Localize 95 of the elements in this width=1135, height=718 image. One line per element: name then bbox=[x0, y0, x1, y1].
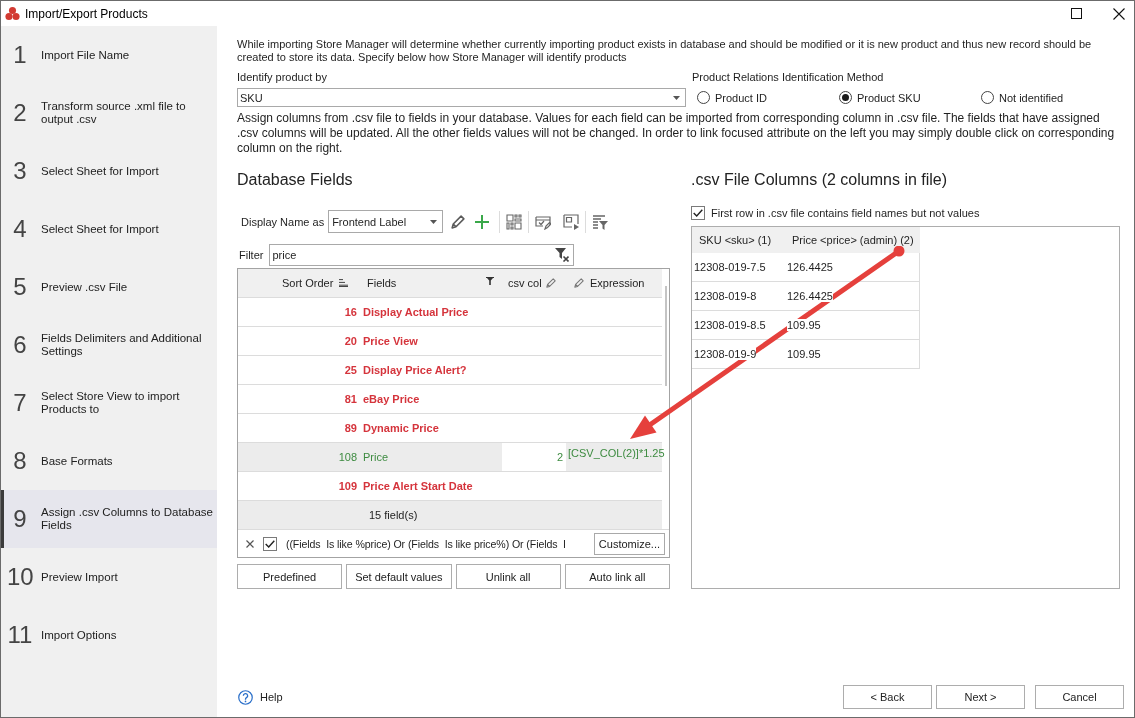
table-cell: 12308-019-8.5 bbox=[692, 310, 785, 340]
table-cell-text: eBay Price bbox=[362, 392, 421, 407]
clear-filter-icon[interactable] bbox=[555, 248, 570, 262]
summary-text: 15 field(s) bbox=[368, 508, 418, 523]
table-cell: 12308-019-9 bbox=[692, 339, 785, 369]
sort-icon bbox=[339, 279, 349, 287]
sidebar-item[interactable]: 7 Select Store View to import Products to bbox=[1, 374, 217, 432]
table-cell: 109.95 bbox=[785, 310, 920, 340]
table-cell-text: [CSV_COL(2)]*1.25 bbox=[567, 446, 662, 461]
maximize-icon[interactable] bbox=[1071, 8, 1082, 19]
field-label: Display Name as bbox=[241, 215, 325, 228]
table-cell-text: 20 bbox=[343, 334, 358, 349]
help-link[interactable]: Help bbox=[238, 689, 283, 705]
window-title: Import/Export Products bbox=[25, 6, 148, 21]
table-cell-text: 89 bbox=[343, 421, 358, 436]
table-cell-text: Price bbox=[362, 450, 390, 465]
column-header[interactable]: csv col bbox=[502, 269, 566, 297]
app-logo-icon bbox=[5, 7, 20, 20]
action-button[interactable]: Unlink all bbox=[455, 564, 561, 589]
field-label: Filter bbox=[239, 249, 264, 261]
sidebar-item[interactable]: 3 Select Sheet for Import bbox=[1, 142, 217, 200]
filter-expression: ((Fields Is like %price) Or (Fields Is like price%) Or (Fields I bbox=[286, 537, 566, 550]
display-name-dropdown[interactable]: Frontend Label bbox=[328, 210, 444, 233]
pencil-icon bbox=[545, 278, 556, 288]
caret-icon bbox=[673, 95, 680, 100]
sidebar-item[interactable]: 1 Import File Name bbox=[1, 26, 217, 84]
intro-text: While importing Store Manager will determine whether currently importing product exists in database and should be modified or it is new product and thus new record should be created to store its data. Specify below how Store Manager will identify products bbox=[237, 38, 1093, 64]
group-label: Product Relations Identification Method bbox=[692, 70, 885, 84]
table-cell: 126.4425 bbox=[785, 253, 920, 282]
table-cell: 2 bbox=[502, 443, 566, 471]
table-cell-text: 81 bbox=[343, 392, 358, 407]
help-icon bbox=[238, 689, 253, 705]
filter-icon[interactable] bbox=[486, 276, 494, 285]
checkbox[interactable] bbox=[691, 206, 705, 220]
field-label: Identify product by bbox=[237, 70, 328, 84]
help-text: Assign columns from .csv file to fields in your database. Values for each field can be imported from corresponding column in .csv file. The fields that have assigned .csv columns will be updated. All the other fields values will not be changed. In order to link focused attribute on the left you may simply double click on corresponding column on the right. bbox=[237, 111, 1116, 156]
sidebar-item[interactable]: 2 Transform source .xml file to output .csv bbox=[1, 84, 217, 142]
table-cell-text: Dynamic Price bbox=[362, 421, 440, 436]
table-cell-text: 109 bbox=[337, 479, 358, 494]
cancel-button[interactable]: Cancel bbox=[1035, 685, 1124, 709]
table-cell-text: Price Alert Start Date bbox=[362, 479, 474, 494]
section-title: .csv File Columns (2 columns in file) bbox=[691, 170, 949, 190]
filter-field[interactable]: price bbox=[269, 244, 575, 266]
radio-button[interactable] bbox=[697, 91, 710, 104]
table-cell: 12308-019-7.5 bbox=[692, 253, 785, 282]
tick-icon bbox=[693, 209, 703, 217]
table-cell-text: Display Actual Price bbox=[362, 305, 470, 320]
sidebar-item[interactable]: 10 Preview Import bbox=[1, 548, 217, 606]
list-filter-icon[interactable] bbox=[592, 213, 609, 230]
back-button[interactable]: < Back bbox=[843, 685, 932, 709]
column-header[interactable]: Sort Order bbox=[238, 269, 360, 297]
sidebar-item[interactable]: 11 Import Options bbox=[1, 606, 217, 664]
close-icon[interactable] bbox=[246, 539, 254, 548]
sidebar-item[interactable]: 6 Fields Delimiters and Additional Settings bbox=[1, 316, 217, 374]
radio-option[interactable]: Product ID bbox=[692, 91, 834, 104]
column-header[interactable]: Expression bbox=[566, 269, 662, 297]
radio-button[interactable] bbox=[839, 91, 852, 104]
checkbox[interactable] bbox=[263, 536, 277, 551]
grid-icon[interactable] bbox=[506, 213, 523, 230]
table-row[interactable]: 108 Price 2 [CSV_COL(2)]*1.25 bbox=[238, 442, 662, 471]
next-button[interactable]: Next > bbox=[936, 685, 1025, 709]
checkbox-option[interactable]: First row in .csv file contains field names but not values bbox=[691, 206, 1120, 220]
table-cell: 126.4425 bbox=[785, 281, 920, 311]
window-arrow-icon[interactable] bbox=[563, 213, 580, 230]
plus-icon[interactable] bbox=[475, 214, 490, 229]
table-cell-text: 108 bbox=[337, 450, 358, 465]
sidebar-item[interactable]: 4 Select Sheet for Import bbox=[1, 200, 217, 258]
identify-dropdown[interactable]: SKU bbox=[237, 88, 686, 107]
sidebar-item[interactable]: 5 Preview .csv File bbox=[1, 258, 217, 316]
section-title: Database Fields bbox=[237, 170, 354, 190]
column-header[interactable]: Price <price> (admin) (2) bbox=[785, 227, 920, 253]
radio-option[interactable]: Product SKU bbox=[834, 91, 976, 104]
table-cell: 12308-019-8 bbox=[692, 281, 785, 311]
radio-option[interactable]: Not identified bbox=[976, 91, 1124, 104]
action-button[interactable]: Set default values bbox=[346, 564, 452, 589]
column-header[interactable]: SKU <sku> (1) bbox=[692, 227, 785, 253]
table-cell-text: 25 bbox=[343, 363, 358, 378]
close-icon[interactable] bbox=[1113, 7, 1125, 20]
radio-button[interactable] bbox=[981, 91, 994, 104]
table-cell-text: Display Price Alert? bbox=[362, 363, 468, 378]
tick-icon bbox=[265, 539, 275, 548]
action-button[interactable]: Predefined bbox=[237, 564, 343, 589]
table-cell-text: 16 bbox=[343, 305, 358, 320]
pencil-icon[interactable] bbox=[451, 214, 466, 229]
window-check-icon[interactable] bbox=[535, 213, 552, 230]
caret-icon bbox=[430, 219, 438, 224]
table-cell: 109.95 bbox=[785, 339, 920, 369]
table-cell-text: Price View bbox=[362, 334, 419, 349]
pencil-icon bbox=[574, 278, 584, 288]
sidebar-item[interactable]: 9 Assign .csv Columns to Database Fields bbox=[1, 490, 217, 548]
customize-button[interactable]: Customize... bbox=[593, 532, 665, 555]
column-header[interactable]: Fields bbox=[360, 269, 502, 297]
scrollbar-thumb[interactable] bbox=[665, 286, 667, 386]
sidebar-item[interactable]: 8 Base Formats bbox=[1, 432, 217, 490]
action-button[interactable]: Auto link all bbox=[564, 564, 670, 589]
